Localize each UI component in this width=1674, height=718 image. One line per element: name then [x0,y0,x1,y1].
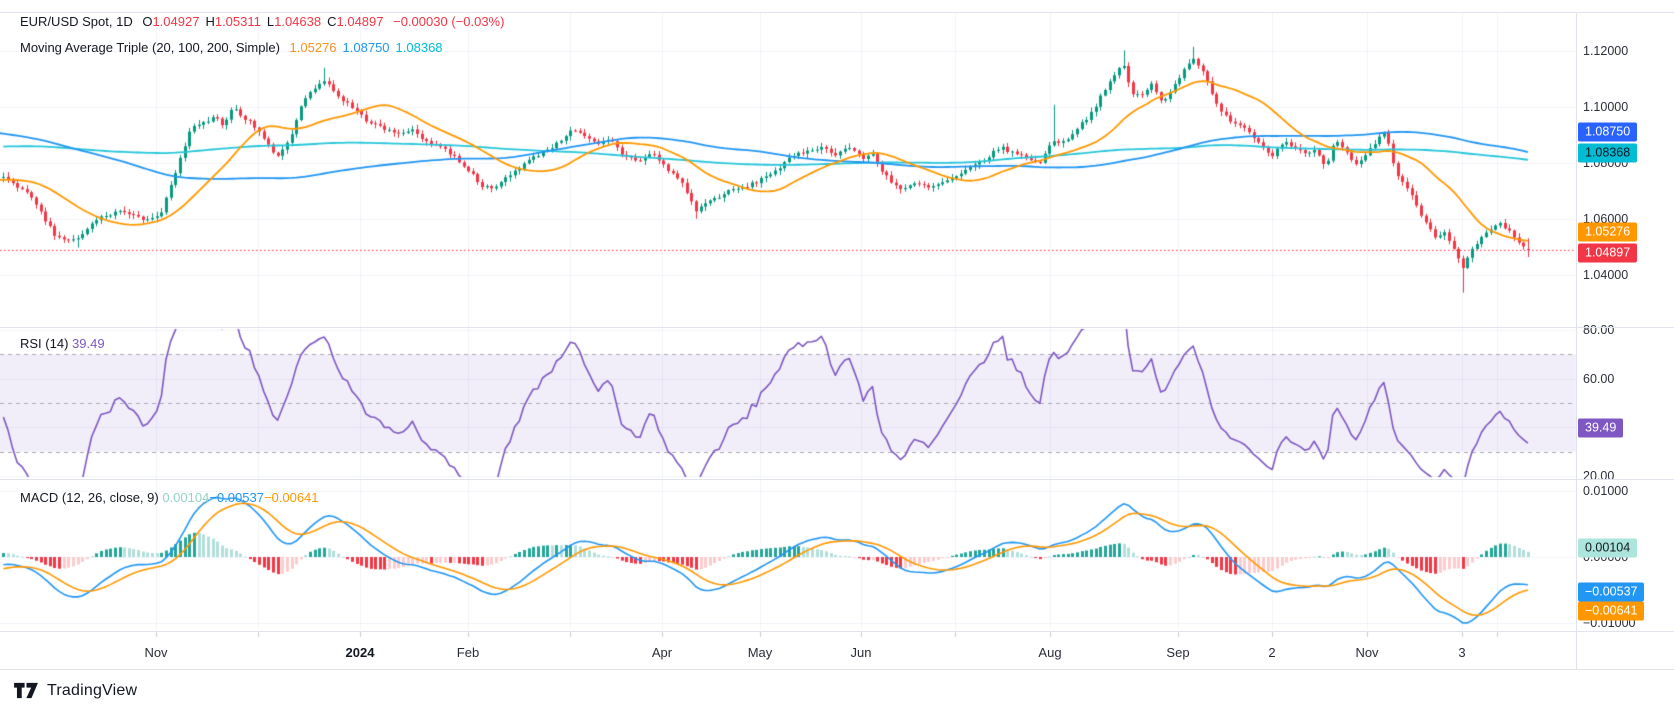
symbol-header-row: EUR/USD Spot, 1D O1.04927 H1.05311 L1.0463… [20,14,504,29]
tradingview-logo-icon [14,682,38,698]
macd-hist-badge: 0.00104 [1578,538,1638,558]
ma-indicator-values: 1.05276 1.08750 1.08368 [290,40,449,55]
ohlc-letter: H [205,14,215,29]
last-price-badge: 1.04897 [1578,243,1638,263]
rsi-badge: 39.49 [1578,418,1624,438]
panel-divider [0,669,1674,670]
macd-label[interactable]: MACD (12, 26, close, 9) [20,490,159,505]
ohlc-letter: C [327,14,337,29]
ohlc-item: L1.04638 [267,14,327,29]
macd-value: −0.00537 [209,490,264,505]
ohlc-item: H1.05311 [205,14,266,29]
rsi-value: 39.49 [72,336,105,351]
ma20-badge: 1.05276 [1578,222,1638,242]
macd-value: 0.00104 [162,490,210,505]
ohlc-item: C1.04897 [327,14,389,29]
ma-indicator-row: Moving Average Triple (20, 100, 200, Sim… [20,40,449,55]
ma-indicator-label[interactable]: Moving Average Triple (20, 100, 200, Sim… [20,40,280,55]
panel-divider [0,479,1674,480]
macd-signal-badge: −0.00641 [1578,601,1645,621]
macd-values: 0.00104−0.00537−0.00641 [162,490,318,505]
ohlc-number: 1.04897 [336,14,384,29]
price-axis-area[interactable] [1577,12,1674,630]
ma100-badge: 1.08750 [1578,122,1638,142]
ma-value: 1.08750 [342,40,390,55]
ohlc-letter: O [142,14,153,29]
ma-value: 1.08368 [395,40,443,55]
panel-divider [0,12,1674,13]
ohlc-values: O1.04927 H1.05311 L1.04638 C1.04897 [142,14,389,29]
tradingview-attribution[interactable]: TradingView [14,678,137,704]
ohlc-number: 1.04927 [152,14,200,29]
chart-plot-canvas[interactable] [0,0,1674,718]
rsi-label[interactable]: RSI (14) [20,336,68,351]
tradingview-brand-text: TradingView [47,682,138,699]
macd-label-row: MACD (12, 26, close, 9) 0.00104−0.00537−… [20,490,319,505]
panel-divider [0,327,1674,328]
rsi-label-row: RSI (14) 39.49 [20,336,105,351]
ma-value: 1.05276 [289,40,337,55]
ohlc-number: 1.05311 [214,14,261,29]
tradingview-chart-window: EUR/USD Spot, 1D O1.04927 H1.05311 L1.0463… [0,0,1674,718]
change-value: −0.00030 (−0.03%) [393,14,505,29]
ohlc-number: 1.04638 [274,14,322,29]
ma200-badge: 1.08368 [1578,143,1638,163]
time-axis-area[interactable] [0,632,1674,669]
symbol-title[interactable]: EUR/USD Spot, 1D [20,14,133,29]
ohlc-item: O1.04927 [142,14,205,29]
macd-line-badge: −0.00537 [1578,582,1645,602]
macd-value: −0.00641 [263,490,319,505]
